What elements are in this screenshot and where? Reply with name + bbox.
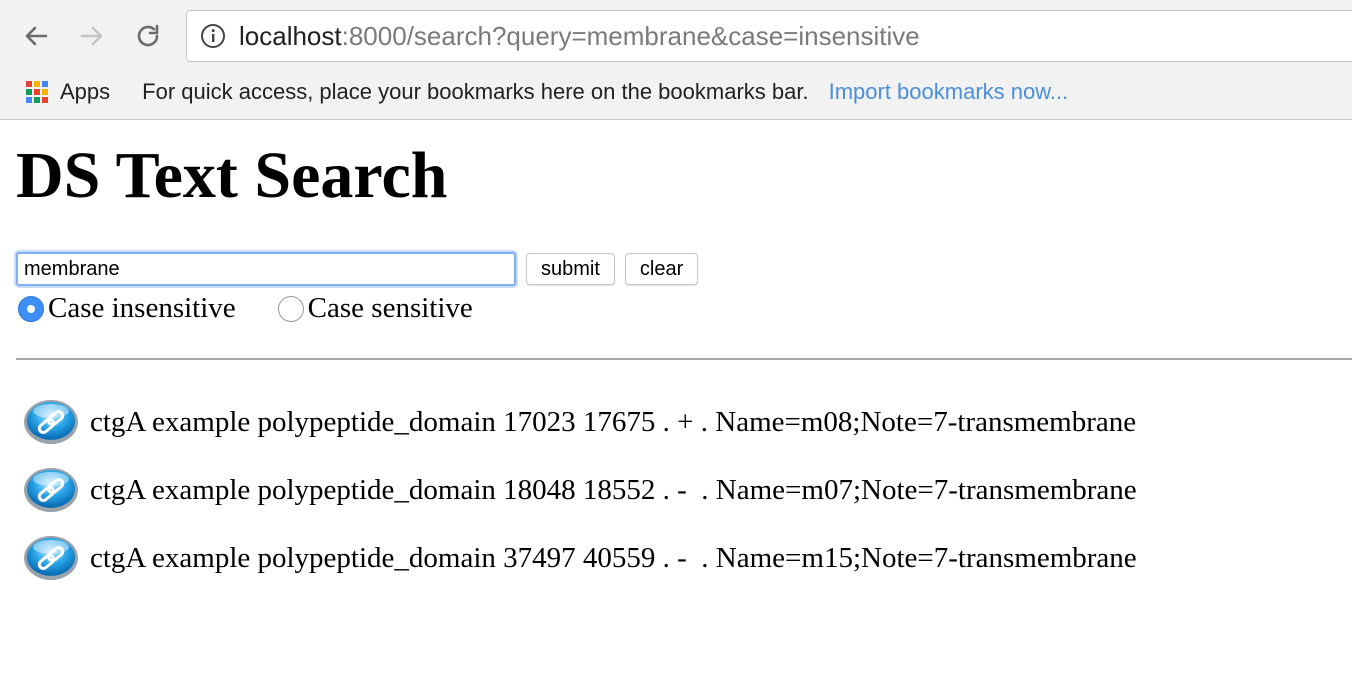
- submit-button[interactable]: submit: [526, 253, 615, 285]
- browser-chrome: localhost:8000/search?query=membrane&cas…: [0, 0, 1352, 120]
- search-input[interactable]: [16, 252, 516, 286]
- apps-shortcut[interactable]: Apps: [26, 79, 110, 105]
- page-title: DS Text Search: [16, 139, 448, 212]
- url-path: :8000/search?query=membrane&case=insensi…: [341, 20, 920, 51]
- case-sensitive-option[interactable]: Case sensitive: [277, 292, 473, 325]
- bookmarks-hint: For quick access, place your bookmarks h…: [142, 79, 809, 104]
- back-button[interactable]: [18, 18, 54, 54]
- search-form: submit clear: [16, 252, 699, 286]
- reload-icon: [137, 24, 159, 47]
- clear-button[interactable]: clear: [624, 253, 699, 285]
- divider: [16, 358, 1352, 360]
- result-item: ctgA example polypeptide_domain 37497 40…: [22, 524, 1137, 592]
- case-insensitive-option[interactable]: Case insensitive: [18, 292, 236, 325]
- result-text: ctgA example polypeptide_domain 18048 18…: [90, 473, 1137, 506]
- apps-grid-icon: [26, 81, 48, 103]
- case-options: Case insensitive Case sensitive: [18, 292, 473, 325]
- case-insensitive-label: Case insensitive: [48, 292, 236, 324]
- result-item: ctgA example polypeptide_domain 18048 18…: [22, 456, 1137, 524]
- link-icon[interactable]: [22, 396, 80, 448]
- results-list: ctgA example polypeptide_domain 17023 17…: [22, 388, 1137, 592]
- arrow-right-icon: [80, 26, 103, 46]
- url-host: localhost: [239, 20, 342, 51]
- link-icon[interactable]: [22, 464, 80, 516]
- address-bar[interactable]: localhost:8000/search?query=membrane&cas…: [186, 10, 1352, 62]
- info-icon[interactable]: [199, 22, 227, 50]
- result-text: ctgA example polypeptide_domain 37497 40…: [90, 541, 1137, 574]
- bookmarks-bar: Apps For quick access, place your bookma…: [0, 70, 1352, 114]
- reload-button[interactable]: [130, 18, 166, 54]
- apps-label: Apps: [60, 79, 111, 104]
- link-icon[interactable]: [22, 532, 80, 584]
- import-bookmarks-link[interactable]: Import bookmarks now...: [829, 79, 1069, 105]
- arrow-left-icon: [25, 26, 48, 46]
- case-sensitive-label: Case sensitive: [307, 292, 473, 324]
- forward-button[interactable]: [74, 18, 110, 54]
- url-text: localhost:8000/search?query=membrane&cas…: [239, 21, 920, 52]
- result-text: ctgA example polypeptide_domain 17023 17…: [90, 405, 1137, 438]
- radio-selected[interactable]: [18, 295, 44, 322]
- result-item: ctgA example polypeptide_domain 17023 17…: [22, 388, 1137, 456]
- radio-unselected[interactable]: [277, 295, 304, 322]
